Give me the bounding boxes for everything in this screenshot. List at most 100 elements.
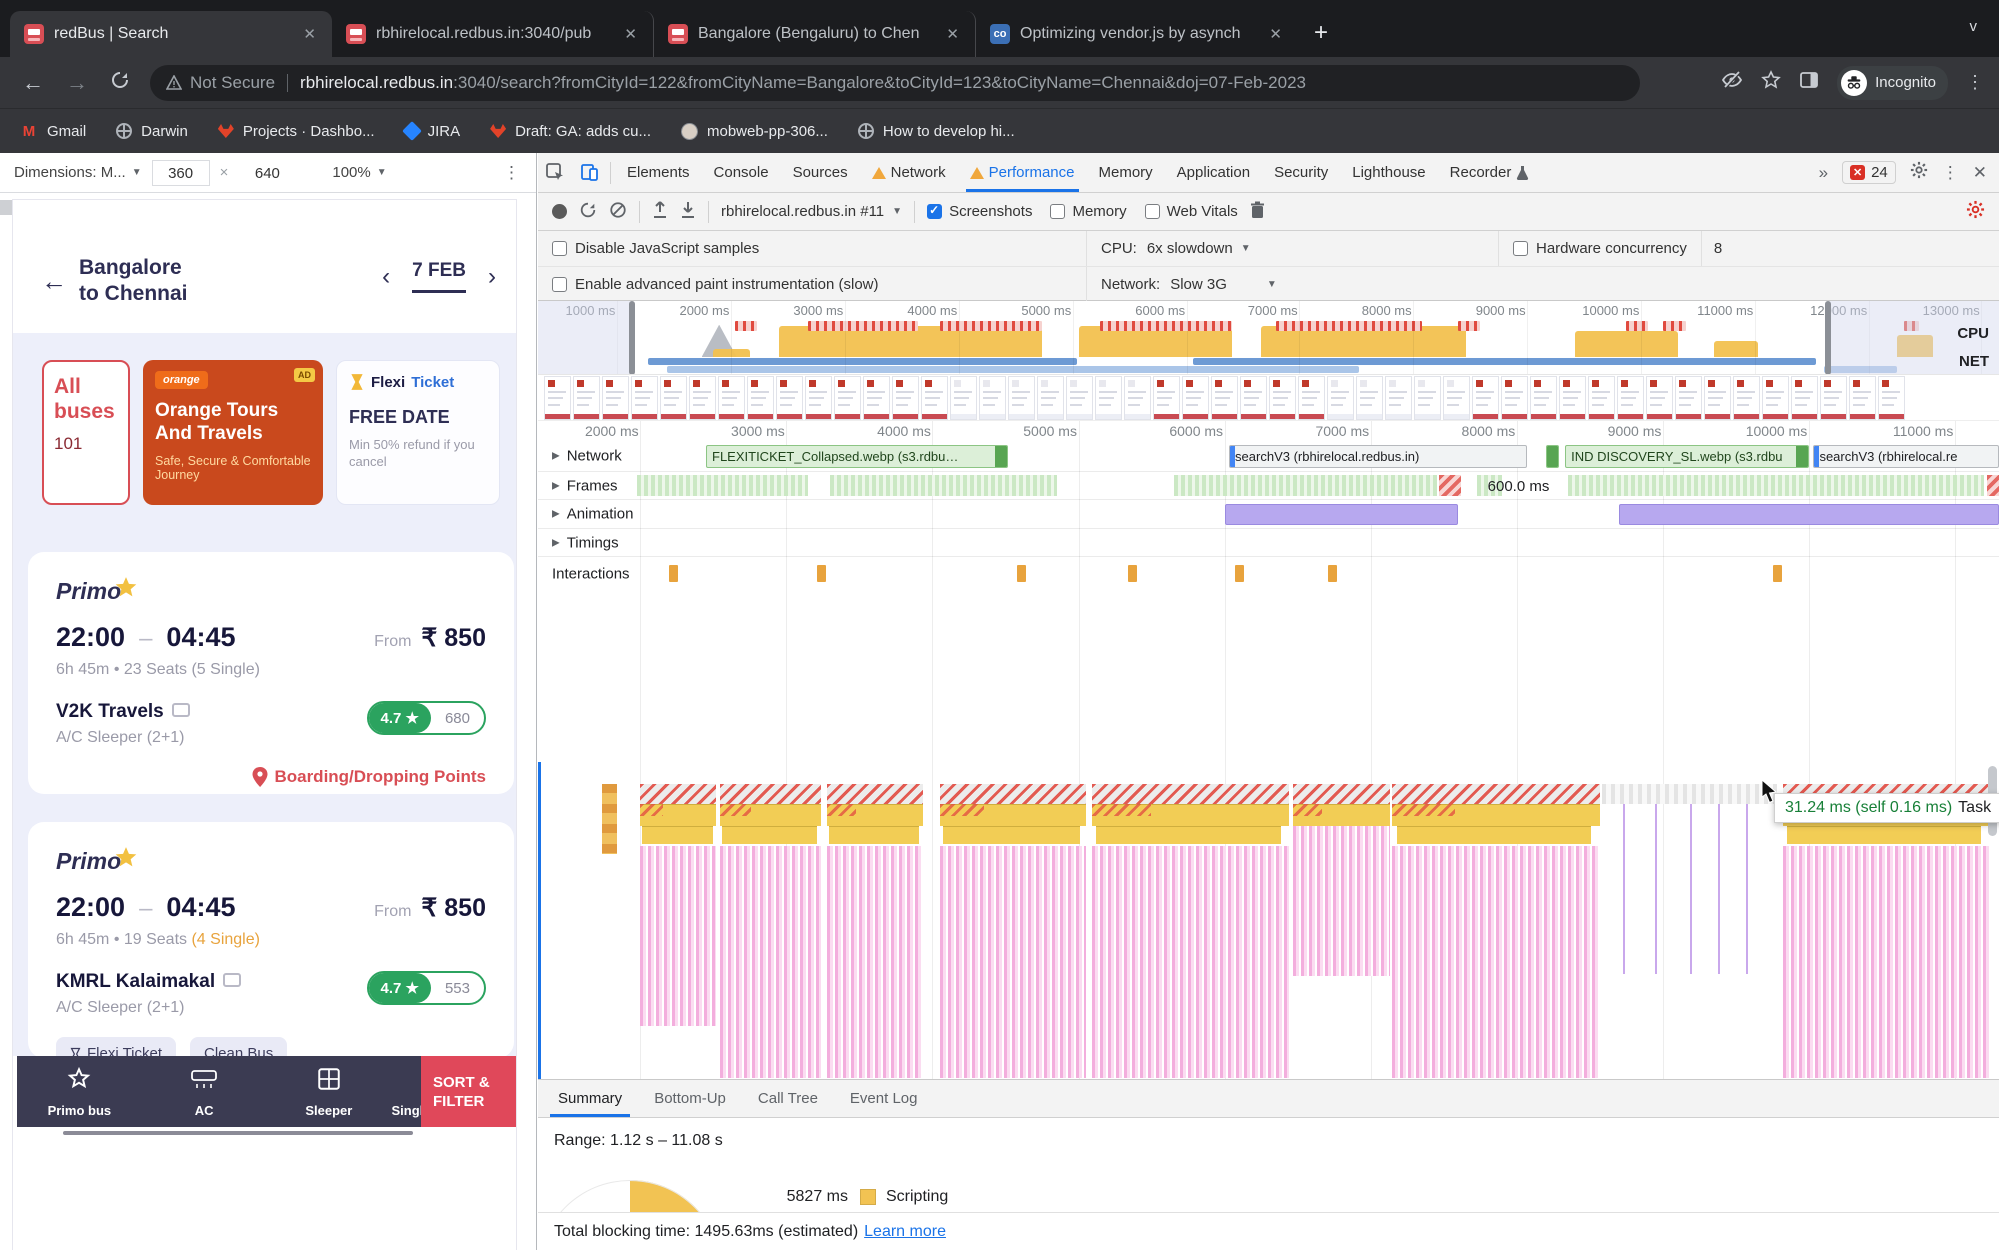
flame-call-stacks[interactable] [826,846,923,1078]
flame-task-row[interactable] [1602,784,1778,804]
devtools-tab-lighthouse[interactable]: Lighthouse [1340,153,1437,192]
filmstrip-thumbnail[interactable] [1559,376,1586,420]
filmstrip-thumbnail[interactable] [1037,376,1064,420]
next-date-button[interactable]: › [488,263,496,291]
devtools-tab-memory[interactable]: Memory [1087,153,1165,192]
more-tabs-button[interactable]: » [1819,163,1828,183]
load-profile-icon[interactable] [652,200,668,223]
eye-off-icon[interactable] [1721,69,1743,96]
device-height-input[interactable]: 640 [238,160,296,186]
devtools-tab-sources[interactable]: Sources [781,153,860,192]
summary-tab-event-log[interactable]: Event Log [836,1080,932,1117]
bookmark-star-icon[interactable] [1761,70,1781,95]
devtools-menu-icon[interactable]: ⋮ [1942,163,1959,183]
filmstrip-thumbnail[interactable] [1791,376,1818,420]
flame-call-stacks[interactable] [720,846,821,1078]
screenshots-checkbox[interactable] [927,203,943,219]
flame-task-row[interactable] [940,784,1087,804]
devtools-tab-performance[interactable]: Performance [958,153,1087,192]
flame-call-stacks[interactable] [1293,826,1390,976]
page-back-button[interactable]: ← [41,266,67,297]
tab-close-icon[interactable]: ✕ [622,25,639,43]
hardware-concurrency-checkbox[interactable] [1513,241,1528,256]
filmstrip-thumbnail[interactable] [1153,376,1180,420]
new-tab-button[interactable]: + [1314,19,1328,47]
network-request-bar[interactable]: FLEXITICKET_Collapsed.webp (s3.rdbu… [706,445,1009,468]
flame-scripting-row2[interactable] [1096,826,1282,844]
filmstrip-thumbnail[interactable] [1356,376,1383,420]
rating-pill[interactable]: 4.7 ★ 553 [366,971,486,1005]
filmstrip-thumbnail[interactable] [573,376,600,420]
devtools-settings-gear-icon[interactable] [1910,161,1928,184]
filmstrip-thumbnail[interactable] [1588,376,1615,420]
bookmark-3[interactable]: JIRA [401,121,460,141]
filmstrip-thumbnail[interactable] [660,376,687,420]
filmstrip-thumbnail[interactable] [1443,376,1470,420]
browser-tab-1[interactable]: rbhirelocal.redbus.in:3040/pub ✕ [332,11,654,57]
flame-call-stacks[interactable] [1092,846,1289,1078]
boarding-dropping-link[interactable]: Boarding/Dropping Points [56,767,486,787]
devtools-tab-elements[interactable]: Elements [615,153,702,192]
hardware-concurrency-input[interactable]: 8 [1700,231,1722,266]
filmstrip-thumbnail[interactable] [805,376,832,420]
filmstrip-thumbnail[interactable] [1733,376,1760,420]
filmstrip-thumbnail[interactable] [747,376,774,420]
bookmark-0[interactable]: M Gmail [20,122,86,140]
devtools-tab-console[interactable]: Console [702,153,781,192]
filmstrip-thumbnail[interactable] [863,376,890,420]
filmstrip-thumbnail[interactable] [892,376,919,420]
filmstrip-thumbnail[interactable] [1095,376,1122,420]
filmstrip-thumbnail[interactable] [1385,376,1412,420]
network-request-bar[interactable]: searchV3 (rbhirelocal.redbus.in) [1229,445,1528,468]
timeline-overview[interactable]: CPU NET 1000 ms 2000 ms 3000 ms 4000 ms 5000… [538,301,1999,375]
disable-js-samples-checkbox[interactable] [552,241,567,256]
profile-selector[interactable]: rbhirelocal.redbus.in #11 ▼ [721,203,902,220]
filmstrip-thumbnail[interactable] [1414,376,1441,420]
filmstrip-thumbnail[interactable] [1124,376,1151,420]
filmstrip-thumbnail[interactable] [776,376,803,420]
clear-button[interactable] [609,201,627,223]
zoom-dropdown[interactable]: 100% ▼ [332,164,386,181]
selection-handle-left[interactable] [628,301,635,374]
filmstrip-thumbnail[interactable] [1820,376,1847,420]
filmstrip-thumbnail[interactable] [921,376,948,420]
side-panel-icon[interactable] [1799,70,1819,95]
flame-task-row[interactable] [1092,784,1289,804]
delete-profile-icon[interactable] [1250,201,1265,223]
dimensions-dropdown[interactable]: Dimensions: M... ▼ [14,164,142,181]
not-secure-warning[interactable]: Not Secure [166,73,275,93]
browser-tab-0[interactable]: redBus | Search ✕ [10,11,332,57]
devtools-tab-network[interactable]: Network [860,153,958,192]
filmstrip-thumbnail[interactable] [1211,376,1238,420]
sort-filter-button[interactable]: SORT & FILTER [421,1056,516,1127]
network-request-bar[interactable]: IND DISCOVERY_SL.webp (s3.rdbu [1565,445,1810,468]
flame-scripting-row2[interactable] [1396,826,1592,844]
selected-date[interactable]: 7 FEB [412,260,466,293]
interaction-mark[interactable] [1772,565,1782,582]
toggle-memory[interactable]: Memory [1050,203,1127,220]
device-toolbar-icon[interactable] [572,163,606,182]
devtools-tab-security[interactable]: Security [1262,153,1340,192]
address-bar[interactable]: Not Secure rbhirelocal.redbus.in:3040/se… [150,64,1640,101]
animation-bar[interactable] [1224,504,1459,525]
frame-segment[interactable] [637,475,809,496]
filmstrip-thumbnail[interactable] [631,376,658,420]
interaction-mark[interactable] [1128,565,1138,582]
prev-date-button[interactable]: ‹ [382,263,390,291]
orange-tours-ad-card[interactable]: orange AD Orange Tours And Travels Safe,… [143,360,323,505]
filmstrip-thumbnail[interactable] [979,376,1006,420]
flame-call-stacks[interactable] [1392,846,1600,1078]
capture-settings-gear-icon[interactable] [1966,200,1985,223]
filmstrip-thumbnail[interactable] [1530,376,1557,420]
frames-track[interactable]: ▶ Frames 600.0 ms [538,472,1999,500]
filmstrip-thumbnail[interactable] [1849,376,1876,420]
reload-button[interactable] [110,70,130,96]
filmstrip-thumbnail[interactable] [718,376,745,420]
filmstrip-thumbnail[interactable] [1298,376,1325,420]
timings-track[interactable]: ▶ Timings [538,529,1999,557]
summary-tab-bottom-up[interactable]: Bottom-Up [640,1080,740,1117]
flame-scripting-row2[interactable] [1787,826,1981,844]
filmstrip-thumbnail[interactable] [1675,376,1702,420]
cpu-throttle-select[interactable]: 6x slowdown ▼ [1147,240,1251,257]
summary-tab-summary[interactable]: Summary [544,1080,636,1117]
